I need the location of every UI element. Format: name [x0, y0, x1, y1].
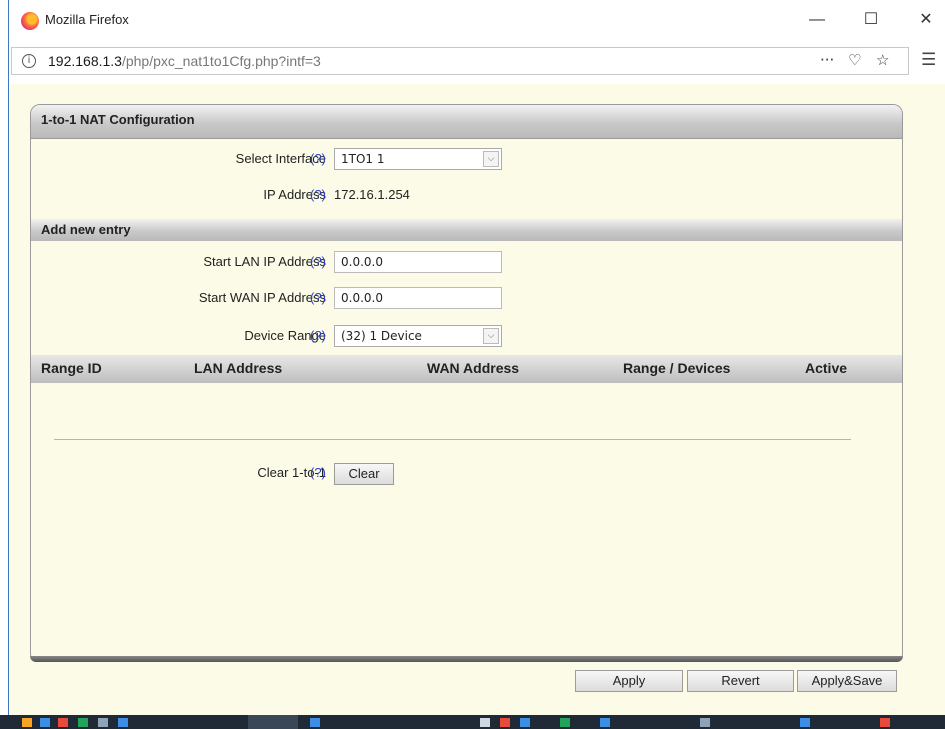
column-header: Range / Devices: [623, 360, 731, 376]
taskbar-app-icon[interactable]: [78, 718, 88, 727]
taskbar-app-icon[interactable]: [40, 718, 50, 727]
column-header: Range ID: [41, 360, 102, 376]
help-link[interactable]: (?): [310, 328, 326, 343]
help-link[interactable]: (?): [310, 187, 326, 202]
chevron-down-icon: ⌵: [483, 328, 499, 344]
taskbar-tray-icon[interactable]: [560, 718, 570, 727]
taskbar: [0, 715, 945, 729]
help-link[interactable]: (?): [310, 254, 326, 269]
select-interface-row: Select Interface (?) 1TO1 1 ⌵: [31, 148, 902, 170]
taskbar-app-icon[interactable]: [22, 718, 32, 727]
title-bar: Mozilla Firefox — ☐ ✕: [9, 0, 945, 42]
start-lan-row: Start LAN IP Address (?) 0.0.0.0: [31, 251, 902, 273]
taskbar-active-app[interactable]: [248, 715, 298, 729]
column-header: LAN Address: [194, 360, 283, 376]
taskbar-tray-icon[interactable]: [600, 718, 610, 727]
chevron-down-icon: ⌵: [483, 151, 499, 167]
apply-button[interactable]: Apply: [575, 670, 683, 692]
taskbar-tray-icon[interactable]: [500, 718, 510, 727]
bookmark-star-icon[interactable]: ☆: [876, 51, 889, 69]
url-host: 192.168.1.3: [48, 53, 122, 69]
firefox-logo-icon: [21, 12, 39, 30]
clear-row: Clear 1-to-1 (?) Clear: [31, 462, 902, 485]
column-header: WAN Address: [427, 360, 520, 376]
revert-button[interactable]: Revert: [687, 670, 794, 692]
panel-footer-bar: [30, 656, 903, 662]
taskbar-tray-icon[interactable]: [700, 718, 710, 727]
page-content: 1-to-1 NAT Configuration Select Interfac…: [10, 84, 945, 715]
url-path: /php/pxc_nat1to1Cfg.php?intf=3: [121, 53, 321, 69]
divider: [54, 439, 851, 440]
url-text[interactable]: 192.168.1.3/php/pxc_nat1to1Cfg.php?intf=…: [48, 53, 321, 69]
taskbar-tray-icon[interactable]: [480, 718, 490, 727]
add-entry-header: Add new entry: [31, 219, 902, 241]
nat-config-panel: 1-to-1 NAT Configuration Select Interfac…: [30, 104, 903, 660]
interface-select-value: 1TO1 1: [341, 152, 385, 166]
taskbar-tray-icon[interactable]: [520, 718, 530, 727]
column-header: Active: [805, 360, 848, 376]
clear-button[interactable]: Clear: [334, 463, 394, 485]
apply-save-button[interactable]: Apply&Save: [797, 670, 897, 692]
help-link[interactable]: (?): [310, 465, 326, 480]
window-title: Mozilla Firefox: [45, 12, 129, 27]
taskbar-app-icon[interactable]: [310, 718, 320, 727]
start-wan-row: Start WAN IP Address (?) 0.0.0.0: [31, 287, 902, 309]
taskbar-app-icon[interactable]: [58, 718, 68, 727]
address-bar[interactable]: i 192.168.1.3/php/pxc_nat1to1Cfg.php?int…: [11, 47, 909, 75]
device-range-select[interactable]: (32) 1 Device ⌵: [334, 325, 502, 347]
maximize-button[interactable]: ☐: [851, 8, 891, 32]
ip-address-row: IP Address (?) 172.16.1.254: [31, 184, 902, 206]
device-range-value: (32) 1 Device: [341, 329, 422, 343]
site-info-icon[interactable]: i: [22, 54, 36, 68]
close-button[interactable]: ✕: [906, 8, 945, 32]
start-lan-input[interactable]: 0.0.0.0: [334, 251, 502, 273]
device-range-row: Device Range (?) (32) 1 Device ⌵: [31, 325, 902, 347]
help-link[interactable]: (?): [310, 151, 326, 166]
taskbar-app-icon[interactable]: [98, 718, 108, 727]
page-actions-icon[interactable]: ···: [820, 51, 834, 69]
minimize-button[interactable]: —: [797, 8, 837, 32]
ip-address-value: 172.16.1.254: [334, 187, 410, 202]
help-link[interactable]: (?): [310, 290, 326, 305]
browser-window: Mozilla Firefox — ☐ ✕ i 192.168.1.3/php/…: [8, 0, 945, 729]
panel-title: 1-to-1 NAT Configuration: [31, 105, 902, 139]
taskbar-tray-icon[interactable]: [880, 718, 890, 727]
menu-icon[interactable]: ☰: [921, 50, 936, 70]
taskbar-tray-icon[interactable]: [800, 718, 810, 727]
start-wan-input[interactable]: 0.0.0.0: [334, 287, 502, 309]
start-lan-label: Start LAN IP Address: [203, 254, 326, 269]
pocket-icon[interactable]: ♡: [848, 51, 861, 69]
taskbar-app-icon[interactable]: [118, 718, 128, 727]
ranges-table-header: Range ID LAN Address WAN Address Range /…: [31, 355, 902, 383]
interface-select[interactable]: 1TO1 1 ⌵: [334, 148, 502, 170]
start-wan-label: Start WAN IP Address: [198, 290, 326, 305]
